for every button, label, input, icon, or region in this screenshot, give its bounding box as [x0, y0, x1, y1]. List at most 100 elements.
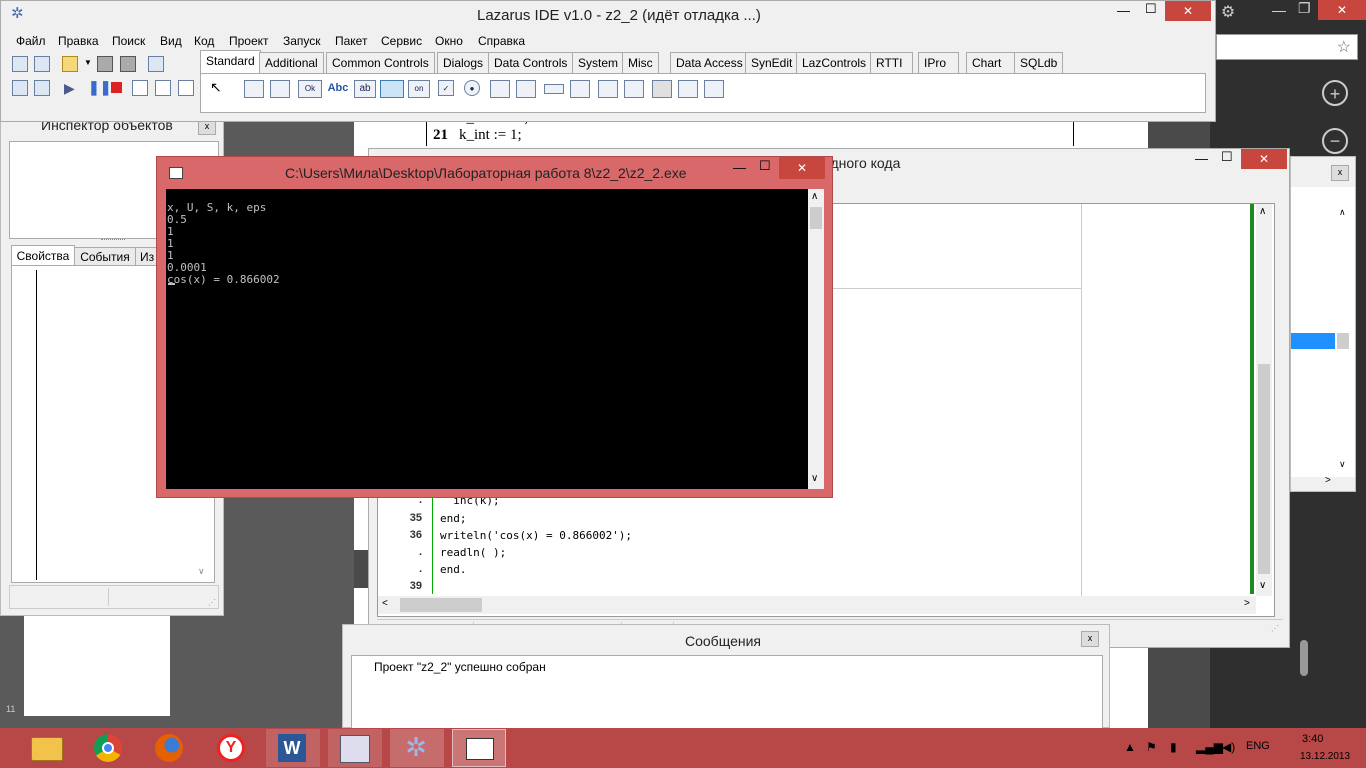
tlabel-icon[interactable]: Abc	[326, 80, 350, 98]
side-panel-scroll-down[interactable]: ∨	[1339, 459, 1346, 470]
messages-close-button[interactable]: x	[1081, 631, 1099, 647]
step-over-icon[interactable]	[155, 80, 171, 96]
browser-address-bar[interactable]: ☆	[1216, 34, 1358, 60]
view-units-icon[interactable]	[12, 80, 28, 96]
taskbar-explorer[interactable]	[20, 729, 74, 767]
menu-project[interactable]: Проект	[229, 34, 269, 48]
open-dropdown-icon[interactable]: ▼	[84, 58, 92, 67]
tgroupbox-icon[interactable]	[570, 80, 590, 98]
tab-common-controls[interactable]: Common Controls	[326, 52, 435, 73]
tab-sqldb[interactable]: SQLdb	[1014, 52, 1064, 73]
tradiogroup-icon[interactable]	[598, 80, 618, 98]
step-into-icon[interactable]	[132, 80, 148, 96]
scroll-left-icon[interactable]: <	[382, 598, 388, 609]
tab-lazcontrols[interactable]: LazControls	[796, 52, 873, 73]
browser-minimize-button[interactable]: —	[1272, 2, 1286, 18]
run-icon[interactable]: ▶	[64, 80, 75, 97]
side-panel-selected-row[interactable]	[1291, 333, 1335, 349]
messages-list[interactable]: Проект "z2_2" успешно собран	[351, 655, 1103, 731]
code-line[interactable]: writeln('cos(x) = 0.866002');	[440, 529, 632, 542]
step-out-icon[interactable]	[178, 80, 194, 96]
console-maximize-button[interactable]: ☐	[759, 158, 771, 174]
editor-hscrollbar[interactable]: < >	[378, 596, 1256, 614]
menu-window[interactable]: Окно	[435, 34, 463, 48]
taskbar-chrome[interactable]	[82, 729, 136, 767]
tlistbox-icon[interactable]	[490, 80, 510, 98]
menu-help[interactable]: Справка	[478, 34, 525, 48]
side-panel-scroll-thumb[interactable]	[1337, 333, 1349, 349]
code-line[interactable]: end.	[440, 563, 467, 576]
side-panel-list[interactable]: ∧ ∨	[1291, 187, 1355, 477]
stop-icon[interactable]	[111, 82, 122, 93]
editor-minimize-button[interactable]: —	[1195, 151, 1208, 166]
browser-restore-button[interactable]: ❐	[1298, 0, 1311, 17]
tab-data-controls[interactable]: Data Controls	[488, 52, 574, 73]
tab-synedit[interactable]: SynEdit	[745, 52, 799, 73]
tab-rtti[interactable]: RTTI	[870, 52, 914, 73]
tab-ipro[interactable]: IPro	[918, 52, 960, 73]
taskbar-word[interactable]: W	[266, 729, 320, 767]
tray-expand-icon[interactable]: ▲	[1124, 740, 1136, 754]
code-line[interactable]: end;	[440, 512, 467, 525]
taskbar-console[interactable]	[452, 729, 506, 767]
editor-maximize-button[interactable]: ☐	[1221, 149, 1233, 165]
new-unit-icon[interactable]	[12, 56, 28, 72]
scroll-up-icon[interactable]: ∧	[1259, 206, 1266, 217]
pointer-icon[interactable]: ↖	[210, 79, 222, 96]
menu-search[interactable]: Поиск	[112, 34, 145, 48]
menu-run[interactable]: Запуск	[283, 34, 321, 48]
tcheckgroup-icon[interactable]	[624, 80, 644, 98]
side-panel-scroll-right[interactable]: >	[1325, 475, 1331, 486]
taskbar-yandex[interactable]: Y	[205, 729, 259, 767]
property-grid-scroll-down[interactable]: ∨	[198, 566, 205, 577]
side-panel-scroll-up[interactable]: ∧	[1339, 207, 1346, 218]
tscrollbar-icon[interactable]	[544, 84, 564, 94]
menu-view[interactable]: Вид	[160, 34, 182, 48]
zoom-in-icon[interactable]: +	[1322, 80, 1348, 106]
tab-events[interactable]: События	[74, 247, 136, 266]
tbutton-icon[interactable]: Ok	[298, 80, 322, 98]
tradiobutton-icon[interactable]: ●	[464, 80, 480, 96]
taskbar-lazarus[interactable]: ✲	[390, 729, 444, 767]
tframe-icon[interactable]	[678, 80, 698, 98]
menu-tools[interactable]: Сервис	[381, 34, 422, 48]
toggle-form-icon[interactable]	[148, 56, 164, 72]
menu-edit[interactable]: Правка	[58, 34, 99, 48]
tcheckbox-icon[interactable]: ✓	[438, 80, 454, 96]
tray-battery-icon[interactable]: ▮	[1170, 740, 1177, 754]
tray-date[interactable]: 13.12.2013	[1300, 751, 1350, 762]
tab-chart[interactable]: Chart	[966, 52, 1017, 73]
taskbar-firefox[interactable]	[143, 729, 197, 767]
console-vscrollbar[interactable]: ∧ ∨	[808, 189, 824, 489]
save-icon[interactable]	[97, 56, 113, 72]
lazarus-close-button[interactable]: ✕	[1165, 1, 1211, 21]
tab-standard[interactable]: Standard	[200, 50, 261, 73]
tactionlist-icon[interactable]	[704, 80, 724, 98]
console-screen[interactable]: x, U, S, k, eps 0.5 1 1 1 0.0001 cos(x) = 0.86…	[166, 189, 808, 489]
side-panel-close-button[interactable]: x	[1331, 165, 1349, 181]
console-scroll-thumb[interactable]	[810, 207, 822, 229]
console-scroll-up-icon[interactable]: ∧	[811, 191, 818, 202]
tab-system[interactable]: System	[572, 52, 625, 73]
console-scroll-down-icon[interactable]: ∨	[811, 473, 818, 484]
tpopupmenu-icon[interactable]	[270, 80, 290, 98]
grip-icon[interactable]: ⋰	[208, 598, 216, 607]
lazarus-maximize-button[interactable]: ☐	[1145, 1, 1157, 17]
browser-scroll-thumb[interactable]	[1300, 640, 1308, 676]
browser-gear-icon[interactable]: ⚙	[1218, 2, 1238, 21]
pause-icon[interactable]: ❚❚	[88, 79, 111, 96]
lazarus-minimize-button[interactable]: —	[1117, 3, 1130, 18]
open-icon[interactable]	[62, 56, 78, 72]
tray-network-icon[interactable]: ▂▄▆	[1196, 740, 1223, 754]
star-icon[interactable]: ☆	[1337, 37, 1351, 57]
tpanel-icon[interactable]	[652, 80, 672, 98]
zoom-out-icon[interactable]: −	[1322, 128, 1348, 154]
editor-hscroll-thumb[interactable]	[400, 598, 482, 612]
status-grip-icon[interactable]: ⋰	[1271, 624, 1279, 633]
tab-misc[interactable]: Misc	[622, 52, 659, 73]
taskbar-paint[interactable]	[328, 729, 382, 767]
menu-package[interactable]: Пакет	[335, 34, 367, 48]
new-form-icon[interactable]	[34, 56, 50, 72]
inspector-splitter[interactable]	[101, 239, 125, 243]
editor-close-button[interactable]: ✕	[1241, 149, 1287, 169]
